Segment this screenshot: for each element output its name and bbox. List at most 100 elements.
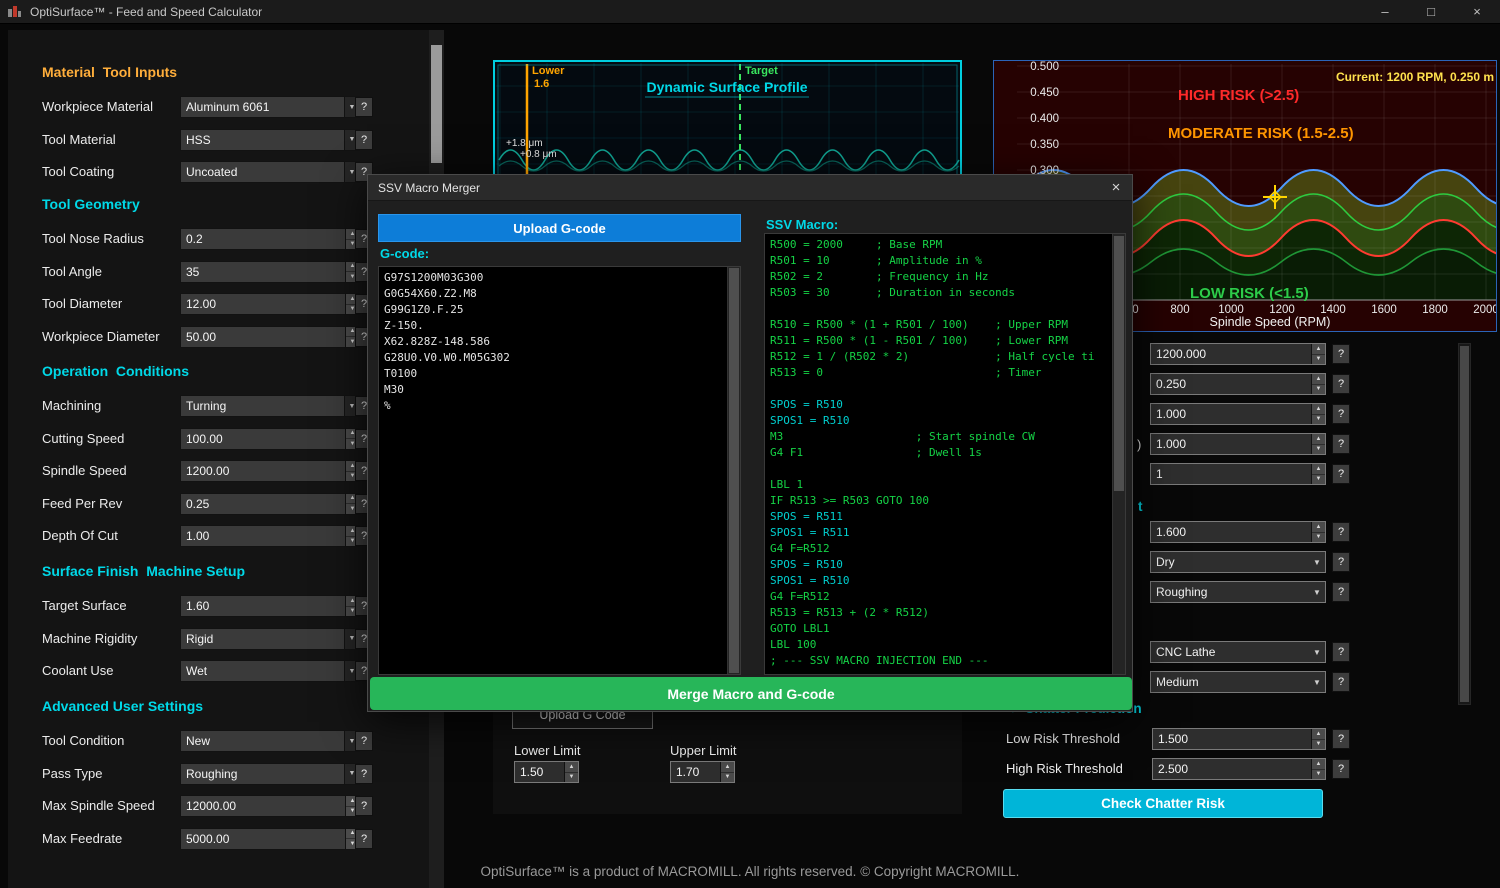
spinner-up-icon[interactable]: ▲ [1312,434,1325,445]
input-machine-rigidity[interactable]: Rigid▼ [180,628,360,650]
gcode-line: X62.828Z-148.586 [384,334,724,350]
spinner-down-icon[interactable]: ▼ [721,773,734,783]
help-button[interactable]: ? [355,764,373,784]
spinner-down-icon[interactable]: ▼ [1312,533,1325,543]
input-spindle-speed[interactable]: 1200.00▲▼ [180,460,360,482]
input-cutting-speed[interactable]: 100.00▲▼ [180,428,360,450]
field-label-tool-nose-radius: Tool Nose Radius [42,231,144,246]
spinner-up-icon[interactable]: ▲ [565,762,578,773]
input-tool-angle[interactable]: 35▲▼ [180,261,360,283]
dialog-close-icon[interactable]: × [1100,175,1132,200]
merge-macro-button[interactable]: Merge Macro and G-code [370,677,1132,710]
spinner-up-icon[interactable]: ▲ [1312,522,1325,533]
right-input-1-000[interactable]: 1.000▲▼ [1150,433,1326,455]
help-button[interactable]: ? [1332,404,1350,424]
help-button[interactable]: ? [1332,374,1350,394]
right-input-0-250[interactable]: 0.250▲▼ [1150,373,1326,395]
spinner-down-icon[interactable]: ▼ [1312,475,1325,485]
help-button[interactable]: ? [1332,464,1350,484]
right-input-1200-000[interactable]: 1200.000▲▼ [1150,343,1326,365]
help-button[interactable]: ? [1332,729,1350,749]
input-tool-diameter[interactable]: 12.00▲▼ [180,293,360,315]
input-feed-per-rev[interactable]: 0.25▲▼ [180,493,360,515]
spinner-down-icon[interactable]: ▼ [1312,740,1325,750]
input-machining[interactable]: Turning▼ [180,395,360,417]
gcode-scrollbar-thumb[interactable] [729,268,739,673]
spinner-up-icon[interactable]: ▲ [1312,404,1325,415]
dropdown-arrow-icon[interactable]: ▼ [1309,582,1325,602]
help-button[interactable]: ? [1332,642,1350,662]
spinner-up-icon[interactable]: ▲ [1312,759,1325,770]
input-tool-nose-radius[interactable]: 0.2▲▼ [180,228,360,250]
help-button[interactable]: ? [355,130,373,150]
high-risk-threshold-input[interactable]: 2.500 ▲ ▼ [1152,758,1326,780]
input-pass-type[interactable]: Roughing▼ [180,763,360,785]
spinner-down-icon[interactable]: ▼ [565,773,578,783]
current-point-label: Current: 1200 RPM, 0.250 m [1336,70,1494,84]
gcode-line: % [384,398,724,414]
input-tool-coating[interactable]: Uncoated▼ [180,161,360,183]
low-risk-threshold-input[interactable]: 1.500 ▲ ▼ [1152,728,1326,750]
help-button[interactable]: ? [1332,344,1350,364]
spinner-up-icon[interactable]: ▲ [1312,464,1325,475]
input-max-feedrate[interactable]: 5000.00▲▼ [180,828,360,850]
input-coolant-use[interactable]: Wet▼ [180,660,360,682]
macro-scrollbar[interactable] [1112,234,1125,674]
right-input-roughing[interactable]: Roughing▼ [1150,581,1326,603]
macro-line: SPOS = R510 [770,557,1109,573]
right-input-dry[interactable]: Dry▼ [1150,551,1326,573]
help-button[interactable]: ? [355,796,373,816]
spinner-down-icon[interactable]: ▼ [1312,770,1325,780]
spinner-down-icon[interactable]: ▼ [1312,385,1325,395]
spinner-down-icon[interactable]: ▼ [1312,415,1325,425]
right-input-1-600[interactable]: 1.600▲▼ [1150,521,1326,543]
close-button[interactable]: × [1454,0,1500,23]
help-button[interactable]: ? [1332,434,1350,454]
right-input-1[interactable]: 1▲▼ [1150,463,1326,485]
right-input-cnc-lathe[interactable]: CNC Lathe▼ [1150,641,1326,663]
maximize-button[interactable]: □ [1408,0,1454,23]
help-button[interactable]: ? [355,97,373,117]
macro-line: SPOS1 = R511 [770,525,1109,541]
check-chatter-risk-button[interactable]: Check Chatter Risk [1003,789,1323,818]
help-button[interactable]: ? [1332,552,1350,572]
input-tool-material[interactable]: HSS▼ [180,129,360,151]
input-workpiece-diameter[interactable]: 50.00▲▼ [180,326,360,348]
macro-textarea[interactable]: R500 = 2000 ; Base RPMR501 = 10 ; Amplit… [764,233,1126,675]
input-tool-condition[interactable]: New▼ [180,730,360,752]
gcode-textarea[interactable]: G97S1200M03G300G0G54X60.Z2.M8G99G1Z0.F.2… [378,266,741,675]
right-scrollbar[interactable] [1458,343,1471,705]
input-depth-of-cut[interactable]: 1.00▲▼ [180,525,360,547]
spinner-down-icon[interactable]: ▼ [1312,445,1325,455]
help-button[interactable]: ? [1332,759,1350,779]
help-button[interactable]: ? [1332,582,1350,602]
input-target-surface[interactable]: 1.60▲▼ [180,595,360,617]
dropdown-arrow-icon[interactable]: ▼ [1309,642,1325,662]
left-scrollbar-thumb[interactable] [431,45,442,163]
lower-limit-input[interactable]: 1.50 ▲ ▼ [514,761,579,783]
dropdown-arrow-icon[interactable]: ▼ [1309,672,1325,692]
upload-gcode-dialog-button[interactable]: Upload G-code [378,214,741,242]
help-button[interactable]: ? [355,829,373,849]
dialog-titlebar[interactable]: SSV Macro Merger × [368,175,1132,201]
gcode-scrollbar[interactable] [727,267,740,674]
minimize-button[interactable]: – [1362,0,1408,23]
upper-limit-input[interactable]: 1.70 ▲ ▼ [670,761,735,783]
macro-scrollbar-thumb[interactable] [1114,236,1124,491]
input-max-spindle-speed[interactable]: 12000.00▲▼ [180,795,360,817]
right-input-1-000[interactable]: 1.000▲▼ [1150,403,1326,425]
spinner-up-icon[interactable]: ▲ [721,762,734,773]
spinner-up-icon[interactable]: ▲ [1312,374,1325,385]
dropdown-arrow-icon[interactable]: ▼ [1309,552,1325,572]
help-button[interactable]: ? [1332,672,1350,692]
help-button[interactable]: ? [355,731,373,751]
right-input-medium[interactable]: Medium▼ [1150,671,1326,693]
y-tick-label: 0.350 [1030,139,1059,151]
field-label-max-spindle-speed: Max Spindle Speed [42,798,155,813]
input-workpiece-material[interactable]: Aluminum 6061▼ [180,96,360,118]
spinner-up-icon[interactable]: ▲ [1312,729,1325,740]
spinner-up-icon[interactable]: ▲ [1312,344,1325,355]
right-scrollbar-thumb[interactable] [1460,346,1469,702]
spinner-down-icon[interactable]: ▼ [1312,355,1325,365]
help-button[interactable]: ? [1332,522,1350,542]
